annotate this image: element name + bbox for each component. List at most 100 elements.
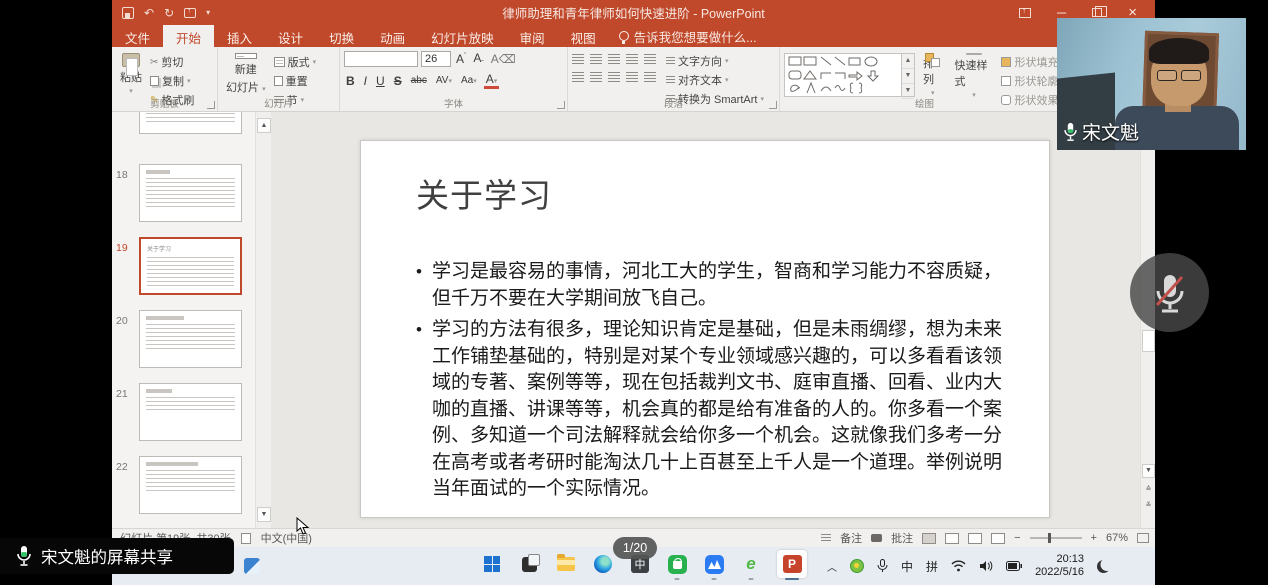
reading-view-icon[interactable]: [968, 533, 982, 544]
tab-insert[interactable]: 插入: [214, 25, 265, 47]
text-shadow-button[interactable]: abc: [409, 75, 429, 86]
paste-dropdown-icon[interactable]: ▾: [129, 87, 133, 95]
ribbon-display-options-icon[interactable]: [1019, 8, 1031, 18]
shrink-font-button[interactable]: Aˇ: [471, 51, 485, 67]
mute-toggle-button[interactable]: [1130, 253, 1209, 332]
font-color-button[interactable]: A▾: [484, 72, 500, 89]
thumbnail-scroll-down-icon[interactable]: ▼: [257, 507, 271, 522]
tray-overflow-chevron-icon[interactable]: ︿: [827, 559, 837, 574]
tab-transitions[interactable]: 切换: [316, 25, 367, 47]
focus-assist-moon-icon[interactable]: [1097, 560, 1110, 573]
save-icon[interactable]: [122, 7, 134, 19]
start-button[interactable]: [480, 552, 504, 576]
previous-slide-button[interactable]: ≙: [1142, 484, 1155, 498]
thumbnail-slide-21[interactable]: [139, 383, 242, 441]
paste-button[interactable]: 粘贴 ▾: [116, 51, 146, 97]
antivirus-360-icon[interactable]: [850, 559, 864, 573]
decrease-indent-icon[interactable]: [608, 54, 620, 65]
tab-home[interactable]: 开始: [163, 25, 214, 47]
shapes-gallery[interactable]: [784, 53, 902, 97]
tray-ime-pinyin[interactable]: 拼: [926, 558, 938, 575]
reset-button[interactable]: 重置: [274, 73, 317, 89]
copy-button[interactable]: 复制 ▾: [150, 73, 194, 89]
align-left-icon[interactable]: [572, 72, 584, 83]
tray-ime-chinese[interactable]: 中: [901, 558, 913, 575]
fit-slide-to-window-icon[interactable]: [1137, 533, 1149, 543]
slide-sorter-view-icon[interactable]: [945, 533, 959, 544]
powerpoint-taskbar-button[interactable]: P: [776, 552, 808, 576]
tray-clock[interactable]: 20:13 2022/5/16: [1035, 553, 1084, 579]
arrange-button[interactable]: 排列 ▾: [919, 51, 947, 97]
thumbnail-slide-19-selected[interactable]: 关于学习: [139, 237, 242, 295]
undo-icon[interactable]: ↶: [144, 6, 154, 20]
italic-button[interactable]: I: [362, 74, 369, 88]
ie-browser-button[interactable]: e: [739, 552, 763, 576]
restore-button[interactable]: [1092, 8, 1102, 17]
next-slide-button[interactable]: ≚: [1142, 500, 1155, 514]
cut-button[interactable]: ✂剪切: [150, 54, 194, 70]
slide-scroll-down-icon[interactable]: ▼: [1142, 464, 1155, 478]
edge-browser-button[interactable]: [591, 552, 615, 576]
tab-view[interactable]: 视图: [558, 25, 609, 47]
text-direction-button[interactable]: 文字方向 ▾: [666, 53, 764, 69]
change-case-button[interactable]: Aa▾: [459, 75, 479, 86]
tab-slideshow[interactable]: 幻灯片放映: [418, 25, 507, 47]
new-slide-button[interactable]: 新建 幻灯片 ▾: [222, 51, 270, 97]
tab-review[interactable]: 审阅: [507, 25, 558, 47]
normal-view-icon[interactable]: [922, 533, 936, 544]
align-text-button[interactable]: 对齐文本 ▾: [666, 72, 764, 88]
notes-button[interactable]: 备注: [840, 530, 862, 546]
font-dialog-launcher-icon[interactable]: [557, 101, 565, 109]
spellcheck-icon[interactable]: [241, 533, 251, 544]
zoom-in-button[interactable]: +: [1091, 532, 1097, 544]
tab-file[interactable]: 文件: [112, 25, 163, 47]
shapes-gallery-scrollbar[interactable]: ▲ ▼ ▼: [902, 53, 915, 97]
meeting-app-button[interactable]: [702, 552, 726, 576]
bold-button[interactable]: B: [344, 74, 357, 88]
increase-indent-icon[interactable]: [626, 54, 638, 65]
webcam-video-tile[interactable]: 宋文魁: [1057, 18, 1246, 150]
underline-button[interactable]: U: [374, 74, 387, 88]
shape-outline-button[interactable]: 形状轮廓 ▾: [1001, 73, 1065, 89]
slide-scrollbar-thumb[interactable]: [1142, 330, 1155, 352]
comments-button[interactable]: 批注: [891, 530, 913, 546]
shapes-scroll-down-icon[interactable]: ▼: [902, 69, 914, 84]
tab-animations[interactable]: 动画: [367, 25, 418, 47]
thumbnail-slide-22[interactable]: [139, 456, 242, 514]
redo-icon[interactable]: ↻: [164, 6, 174, 20]
wifi-icon[interactable]: [951, 560, 966, 572]
speaker-icon[interactable]: [979, 560, 993, 572]
clipboard-dialog-launcher-icon[interactable]: [207, 101, 215, 109]
slide-19-canvas[interactable]: 关于学习 学习是最容易的事情，河北工大的学生，智商和学习能力不容质疑，但千万不要…: [360, 140, 1050, 518]
slideshow-from-start-icon[interactable]: [184, 8, 196, 18]
thumbnail-slide-17-partial[interactable]: [139, 112, 242, 134]
numbering-icon[interactable]: [590, 54, 602, 65]
quick-styles-button[interactable]: 快速样式 ▾: [951, 51, 998, 97]
tell-me-box[interactable]: 告诉我您想要做什么...: [609, 25, 767, 47]
zoom-slider[interactable]: [1030, 537, 1082, 539]
task-view-button[interactable]: [517, 552, 541, 576]
line-spacing-icon[interactable]: [644, 54, 656, 65]
thumbnail-slide-20[interactable]: [139, 310, 242, 368]
tab-design[interactable]: 设计: [265, 25, 316, 47]
thumbnail-scroll-up-icon[interactable]: ▲: [257, 118, 271, 133]
taskbar-widgets-icon[interactable]: [244, 558, 260, 574]
paragraph-dialog-launcher-icon[interactable]: [769, 101, 777, 109]
thumbnail-scrollbar[interactable]: ▲ ▼: [255, 112, 271, 528]
tray-microphone-icon[interactable]: [877, 559, 888, 573]
zoom-out-button[interactable]: −: [1014, 532, 1020, 544]
font-size-input[interactable]: [421, 51, 451, 67]
bullets-icon[interactable]: [572, 54, 584, 65]
battery-icon[interactable]: [1006, 561, 1022, 571]
align-center-icon[interactable]: [590, 72, 602, 83]
character-spacing-button[interactable]: AV▾: [434, 75, 454, 86]
font-name-input[interactable]: [344, 51, 418, 67]
grow-font-button[interactable]: Aˆ: [454, 52, 468, 66]
clear-formatting-button[interactable]: A⌫: [489, 52, 518, 66]
shape-fill-button[interactable]: 形状填充 ▾: [1001, 54, 1065, 70]
strikethrough-button[interactable]: S: [392, 74, 404, 88]
qat-dropdown-icon[interactable]: ▾: [206, 8, 210, 17]
justify-icon[interactable]: [626, 72, 638, 83]
zoom-level[interactable]: 67%: [1106, 532, 1128, 544]
green-app-button[interactable]: [665, 552, 689, 576]
